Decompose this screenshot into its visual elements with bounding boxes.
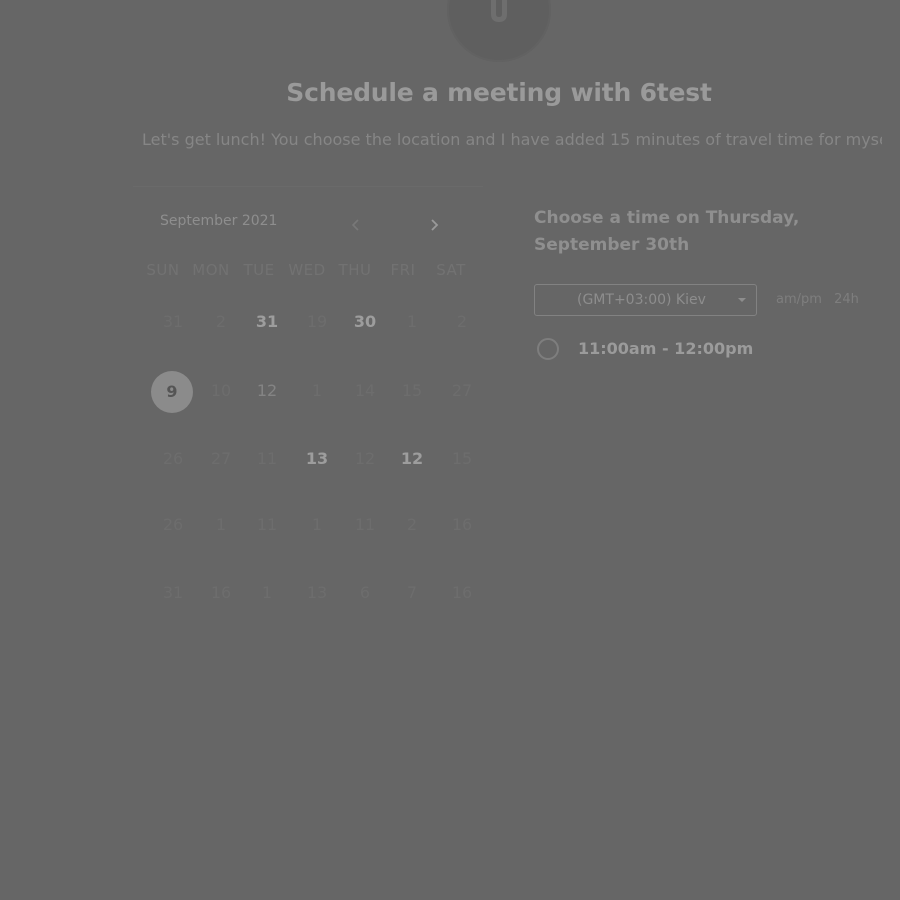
next-month-button[interactable] xyxy=(424,214,444,236)
calendar-divider xyxy=(133,186,483,187)
slot-radio-button[interactable] xyxy=(537,338,559,360)
calendar-day: 1 xyxy=(215,515,227,534)
prev-month-button[interactable] xyxy=(346,214,366,236)
calendar-day: 11 xyxy=(354,515,376,534)
host-avatar xyxy=(447,0,551,62)
chevron-left-icon xyxy=(351,219,359,231)
calendar-day: 16 xyxy=(210,583,232,602)
calendar-day: 7 xyxy=(406,583,418,602)
calendar-day: 12 xyxy=(354,449,376,468)
calendar-day: 14 xyxy=(354,381,376,400)
calendar-day: 1 xyxy=(311,381,323,400)
caret-down-icon xyxy=(738,298,746,302)
calendar-day: 1 xyxy=(406,312,418,331)
weekday-sat: SAT xyxy=(436,261,466,279)
weekday-sun: SUN xyxy=(146,261,180,279)
calendar-day: 1 xyxy=(261,583,273,602)
weekday-mon: MON xyxy=(192,261,230,279)
calendar-day: 6 xyxy=(359,583,371,602)
page-title: Schedule a meeting with 6test xyxy=(286,78,712,107)
calendar-day: 26 xyxy=(162,449,184,468)
format-ampm-option[interactable]: am/pm xyxy=(776,292,822,307)
calendar-day: 15 xyxy=(451,449,473,468)
calendar-day: 26 xyxy=(162,515,184,534)
calendar-day[interactable]: 12 xyxy=(242,378,292,404)
weekday-fri: FRI xyxy=(390,261,416,279)
scheduling-page: Schedule a meeting with 6test Let's get … xyxy=(0,0,900,900)
time-format-toggle: am/pm 24h xyxy=(776,292,867,307)
event-description: Let's get lunch! You choose the location… xyxy=(142,130,882,149)
weekday-wed: WED xyxy=(288,261,326,279)
calendar-day[interactable]: 12 xyxy=(387,446,437,472)
calendar-day: 31 xyxy=(162,312,184,331)
chevron-right-icon xyxy=(431,219,439,231)
calendar-day[interactable]: 30 xyxy=(340,309,390,335)
weekday-thu: THU xyxy=(338,261,372,279)
timezone-select[interactable]: (GMT+03:00) Kiev xyxy=(534,284,757,316)
calendar-day: 2 xyxy=(215,312,227,331)
timezone-value: (GMT+03:00) Kiev xyxy=(577,292,706,308)
calendar-day: 31 xyxy=(162,583,184,602)
format-24h-option[interactable]: 24h xyxy=(834,292,859,307)
calendar-day: 11 xyxy=(256,449,278,468)
calendar-day: 11 xyxy=(256,515,278,534)
calendar-day: 2 xyxy=(406,515,418,534)
calendar-month-label: September 2021 xyxy=(160,213,278,229)
calendar-day: 19 xyxy=(306,312,328,331)
calendar-day: 27 xyxy=(210,449,232,468)
calendar-day[interactable]: 31 xyxy=(242,309,292,335)
time-slot[interactable]: 11:00am - 12:00pm xyxy=(537,337,797,365)
calendar-day: 16 xyxy=(451,583,473,602)
calendar-day[interactable]: 13 xyxy=(292,446,342,472)
calendar-day-selected[interactable]: 9 xyxy=(151,371,193,413)
calendar-day: 13 xyxy=(306,583,328,602)
calendar-day: 1 xyxy=(311,515,323,534)
calendar-day: 16 xyxy=(451,515,473,534)
slot-label: 11:00am - 12:00pm xyxy=(578,339,754,358)
time-panel-heading: Choose a time on Thursday, September 30t… xyxy=(534,208,800,255)
calendar-day: 2 xyxy=(456,312,468,331)
calendar-day: 27 xyxy=(451,381,473,400)
user-logo-icon xyxy=(491,0,507,22)
calendar-day: 10 xyxy=(210,381,232,400)
calendar-day: 15 xyxy=(401,381,423,400)
weekday-tue: TUE xyxy=(243,261,275,279)
